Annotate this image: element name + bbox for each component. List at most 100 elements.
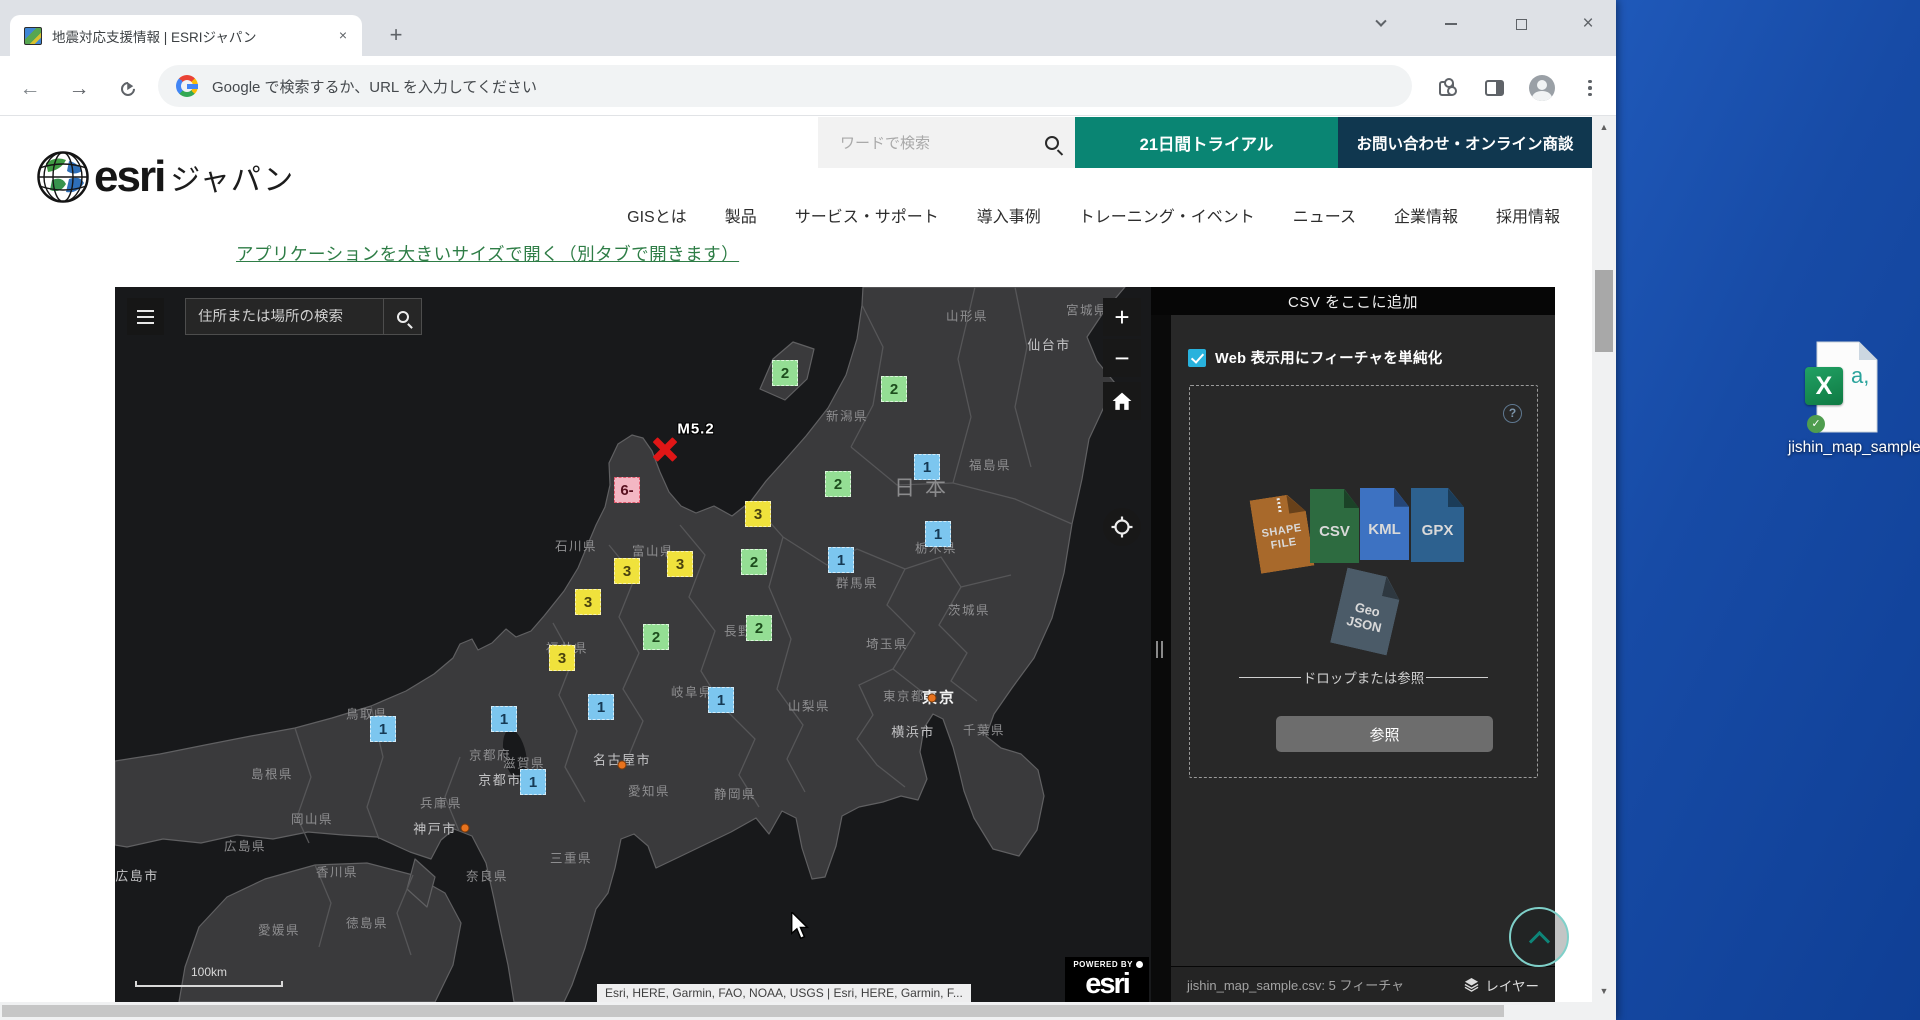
- map-search-input[interactable]: [186, 309, 383, 325]
- zoom-in-button[interactable]: +: [1103, 298, 1141, 336]
- map-canvas[interactable]: 宮城県仙台市山形県新潟県福島県日本栃木県群馬県茨城県埼玉県長野県山梨県東京都東京…: [115, 287, 1151, 1002]
- mouse-cursor: [790, 912, 812, 947]
- intensity-marker[interactable]: 2: [643, 624, 669, 650]
- new-tab-button[interactable]: +: [382, 22, 410, 50]
- checkbox-checked-icon[interactable]: [1188, 349, 1206, 367]
- side-panel-button[interactable]: [1478, 72, 1510, 104]
- file-type-gpx-icon: GPX: [1411, 488, 1464, 562]
- nav-item[interactable]: 企業情報: [1394, 203, 1458, 227]
- excel-logo: X: [1805, 367, 1843, 405]
- file-type-shape-icon: SHAPE FILE: [1250, 492, 1315, 574]
- zoom-out-button[interactable]: −: [1103, 339, 1141, 377]
- intensity-marker[interactable]: 2: [741, 549, 767, 575]
- side-panel-icon: [1485, 80, 1504, 96]
- home-extent-button[interactable]: [1103, 382, 1141, 420]
- horizontal-scrollbar-thumb[interactable]: [2, 1005, 1504, 1017]
- window-maximize-button[interactable]: [1505, 8, 1537, 40]
- panel-divider[interactable]: [1151, 315, 1171, 1002]
- site-search-box[interactable]: ワードで検索: [818, 117, 1075, 168]
- intensity-marker[interactable]: 2: [772, 360, 798, 386]
- nav-item[interactable]: トレーニング・イベント: [1079, 203, 1255, 227]
- intensity-marker[interactable]: 3: [745, 501, 771, 527]
- trial-button[interactable]: 21日間トライアル: [1075, 117, 1338, 168]
- tab-close-icon[interactable]: ×: [334, 27, 352, 45]
- minimize-icon: [1445, 23, 1457, 25]
- intensity-marker[interactable]: 1: [925, 521, 951, 547]
- nav-item[interactable]: GISとは: [627, 203, 687, 227]
- map-label: 群馬県: [836, 573, 878, 592]
- browser-tab[interactable]: 地震対応支援情報 | ESRIジャパン ×: [10, 15, 362, 56]
- tab-search-chevron-icon[interactable]: [1365, 8, 1397, 40]
- intensity-marker[interactable]: 1: [588, 694, 614, 720]
- google-logo-icon: [176, 75, 198, 97]
- esri-japan-logo[interactable]: esri ジャパン: [36, 150, 294, 204]
- scale-bar: [135, 981, 283, 987]
- intensity-marker[interactable]: 3: [575, 589, 601, 615]
- address-bar[interactable]: Google で検索するか、URL を入力してください: [158, 65, 1412, 107]
- map-search-box[interactable]: [185, 298, 422, 335]
- scroll-up-icon[interactable]: ▲: [1592, 116, 1616, 138]
- contact-button[interactable]: お問い合わせ・オンライン商談: [1338, 117, 1592, 168]
- vertical-scrollbar[interactable]: ▲ ▼: [1592, 116, 1616, 1002]
- map-label: 京都府: [469, 745, 511, 764]
- intensity-marker[interactable]: 2: [881, 376, 907, 402]
- tab-favicon-icon: [24, 27, 42, 45]
- window-close-button[interactable]: ×: [1572, 8, 1604, 40]
- horizontal-scrollbar[interactable]: [0, 1002, 1616, 1020]
- back-button[interactable]: ←: [13, 72, 47, 106]
- map-menu-button[interactable]: [127, 298, 164, 335]
- intensity-marker[interactable]: 1: [828, 547, 854, 573]
- file-dropzone[interactable]: ? SHAPE FILECSVKMLGPXGeo JSON ドロップまたは参照 …: [1189, 385, 1538, 778]
- map-label: 愛媛県: [258, 920, 300, 939]
- browser-menu-button[interactable]: [1574, 72, 1606, 104]
- intensity-marker[interactable]: 3: [614, 558, 640, 584]
- scroll-to-top-button[interactable]: [1509, 907, 1569, 967]
- intensity-marker[interactable]: 3: [549, 645, 575, 671]
- scroll-down-icon[interactable]: ▼: [1592, 980, 1616, 1002]
- intensity-marker[interactable]: 3: [667, 551, 693, 577]
- vertical-scrollbar-thumb[interactable]: [1595, 270, 1613, 352]
- intensity-marker[interactable]: 1: [520, 769, 546, 795]
- browse-button[interactable]: 参照: [1276, 716, 1493, 752]
- intensity-marker[interactable]: 6-: [614, 477, 640, 503]
- sync-check-icon: ✓: [1807, 415, 1825, 433]
- intensity-marker[interactable]: 2: [746, 615, 772, 641]
- map-label: 愛知県: [628, 781, 670, 800]
- map-label: 福島県: [969, 455, 1011, 474]
- csv-preview-text: a,: [1851, 363, 1869, 389]
- map-label: 香川県: [316, 862, 358, 881]
- profile-button[interactable]: [1526, 72, 1558, 104]
- locate-button[interactable]: [1103, 508, 1141, 546]
- nav-item[interactable]: サービス・サポート: [795, 203, 939, 227]
- nav-item[interactable]: 製品: [725, 203, 757, 227]
- extensions-button[interactable]: [1430, 72, 1462, 104]
- drop-hint-row: ドロップまたは参照: [1190, 667, 1537, 687]
- intensity-marker[interactable]: 1: [370, 716, 396, 742]
- map-search-button[interactable]: [383, 299, 421, 334]
- forward-button[interactable]: →: [62, 72, 96, 106]
- collapse-handle-icon[interactable]: [1156, 641, 1163, 658]
- simplify-checkbox-row[interactable]: Web 表示用にフィーチャを単純化: [1188, 347, 1443, 368]
- intensity-marker[interactable]: 1: [914, 454, 940, 480]
- chevron-down-icon: [1375, 16, 1386, 27]
- kebab-icon: [1588, 80, 1592, 97]
- map-label: 横浜市: [891, 722, 935, 741]
- layers-label: レイヤー: [1485, 975, 1539, 995]
- map-label: 仙台市: [1027, 335, 1071, 354]
- reload-button[interactable]: [111, 72, 145, 106]
- window-minimize-button[interactable]: [1435, 8, 1467, 40]
- map-label: 岡山県: [291, 809, 333, 828]
- layers-toggle[interactable]: レイヤー: [1464, 975, 1539, 995]
- globe-icon: [36, 150, 90, 204]
- intensity-marker[interactable]: 1: [491, 706, 517, 732]
- intensity-marker[interactable]: 1: [708, 687, 734, 713]
- intensity-marker[interactable]: 2: [825, 471, 851, 497]
- desktop-file-jishin-map-sample[interactable]: X a, ✓ jishin_map_sample: [1788, 341, 1906, 457]
- map-label: 徳島県: [346, 913, 388, 932]
- nav-item[interactable]: 導入事例: [977, 203, 1041, 227]
- nav-item[interactable]: ニュース: [1293, 203, 1356, 227]
- map-label: 広島県: [224, 836, 266, 855]
- esri-logo-text: esri: [1071, 969, 1143, 999]
- open-app-link[interactable]: アプリケーションを大きいサイズで開く（別タブで開きます）: [236, 241, 739, 266]
- nav-item[interactable]: 採用情報: [1496, 203, 1560, 227]
